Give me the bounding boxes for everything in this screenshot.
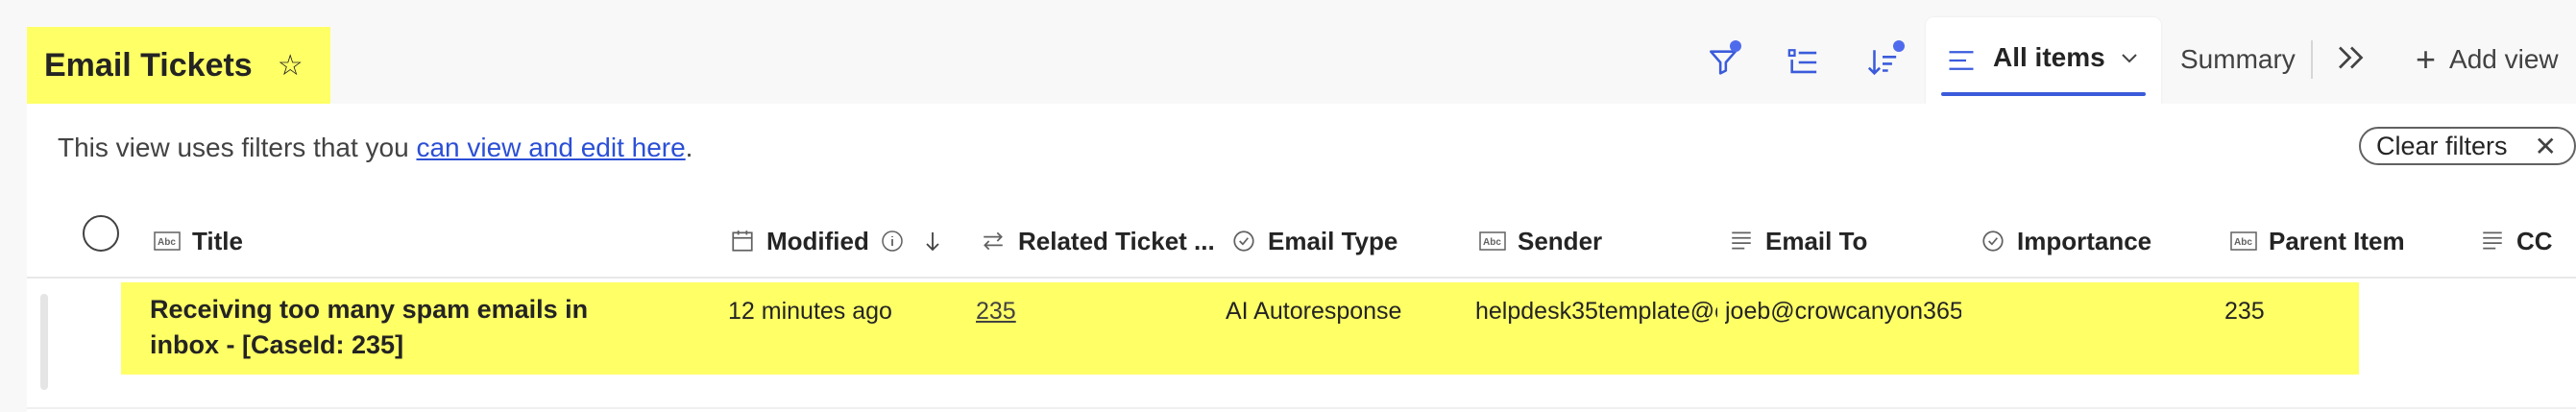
view-selector[interactable]: All items xyxy=(1926,17,2161,104)
column-header-sender[interactable]: Abc Sender xyxy=(1479,206,1602,277)
filter-message: This view uses filters that you can view… xyxy=(58,133,693,162)
cell-parent-item: 235 xyxy=(2224,298,2265,325)
related-ticket-link[interactable]: 235 xyxy=(976,298,1016,325)
calendar-icon xyxy=(732,230,753,252)
column-header-parent-item[interactable]: Abc Parent Item xyxy=(2230,206,2405,277)
multiline-text-icon xyxy=(2483,231,2502,250)
clear-filters-label: Clear filters xyxy=(2376,131,2508,160)
cell-sender: helpdesk35template@c xyxy=(1475,298,1717,325)
text-field-icon: Abc xyxy=(154,231,181,251)
chevron-double-right-icon xyxy=(2339,46,2364,69)
filter-active-dot xyxy=(1730,40,1741,52)
view-list-icon xyxy=(1949,51,1974,70)
cell-title[interactable]: Receiving too many spam emails in inbox … xyxy=(150,292,592,363)
chevron-down-icon xyxy=(2122,54,2137,63)
star-icon[interactable]: ☆ xyxy=(278,49,304,83)
column-header-cc[interactable]: CC xyxy=(2480,206,2553,277)
info-icon[interactable] xyxy=(881,230,904,253)
page-title: Email Tickets xyxy=(44,46,253,84)
row-selection-bar[interactable] xyxy=(40,294,48,390)
tab-summary[interactable]: Summary xyxy=(2180,44,2296,75)
list-icon xyxy=(1787,49,1817,74)
view-selector-label: All items xyxy=(1993,42,2105,72)
table-header: Abc Title Modified Related Ticket ... Em… xyxy=(27,206,2576,279)
text-field-icon: Abc xyxy=(2230,231,2257,251)
add-view-button[interactable]: + Add view xyxy=(2416,39,2559,79)
sort-button[interactable] xyxy=(1859,38,1907,86)
close-icon: ✕ xyxy=(2534,132,2557,161)
column-header-modified[interactable]: Modified xyxy=(730,206,956,277)
plus-icon: + xyxy=(2416,39,2437,79)
list-panel: This view uses filters that you can view… xyxy=(27,104,2576,412)
filter-button[interactable] xyxy=(1699,38,1747,86)
multiline-text-icon xyxy=(1732,231,1751,250)
sort-active-dot xyxy=(1893,40,1905,52)
cell-email-type: AI Autoresponse xyxy=(1226,298,1402,325)
svg-text:Abc: Abc xyxy=(2234,237,2252,248)
edit-filters-link[interactable]: can view and edit here xyxy=(416,133,685,162)
add-view-label: Add view xyxy=(2449,44,2559,74)
lookup-arrows-icon xyxy=(984,231,1003,251)
clear-filters-button[interactable]: Clear filters ✕ xyxy=(2359,127,2576,165)
sort-icon xyxy=(1867,50,1897,76)
svg-text:Abc: Abc xyxy=(1483,237,1501,248)
more-views-button[interactable] xyxy=(2334,38,2369,82)
divider xyxy=(2311,40,2313,79)
svg-text:Abc: Abc xyxy=(158,237,176,248)
column-header-related-ticket[interactable]: Related Ticket ... xyxy=(980,206,1215,277)
choice-check-icon xyxy=(1233,230,1254,252)
page-title-area: Email Tickets ☆ xyxy=(27,27,330,104)
text-field-icon: Abc xyxy=(1479,231,1506,251)
column-header-title[interactable]: Abc Title xyxy=(154,206,243,277)
cell-related-ticket[interactable]: 235 xyxy=(976,298,1206,326)
column-header-email-to[interactable]: Email To xyxy=(1729,206,1867,277)
column-header-importance[interactable]: Importance xyxy=(1981,206,2151,277)
choice-check-icon xyxy=(1982,230,2004,252)
table-row[interactable]: Receiving too many spam emails in inbox … xyxy=(27,282,2576,409)
cell-email-to: joeb@crowcanyon365.c xyxy=(1725,298,1961,325)
cell-modified: 12 minutes ago xyxy=(728,298,892,325)
group-by-button[interactable] xyxy=(1779,38,1827,86)
arrow-down-icon xyxy=(926,232,939,252)
selected-underline xyxy=(1941,92,2146,96)
column-header-email-type[interactable]: Email Type xyxy=(1231,206,1397,277)
